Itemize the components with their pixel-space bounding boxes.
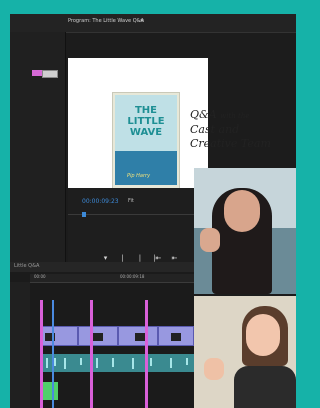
mark-in-button[interactable]: | [115, 254, 130, 262]
step-back-button[interactable]: ⇤ [167, 254, 182, 262]
waveform [96, 358, 98, 368]
qa-title-big: Q&A [190, 108, 217, 121]
ruler-tick: 00:00:09:18 [120, 274, 145, 279]
waveform [150, 358, 152, 366]
qa-title-line-2: Cast and [190, 123, 240, 136]
waveform [186, 358, 188, 365]
track-headers [10, 282, 30, 408]
clip-thumb [171, 333, 181, 341]
marker-line [145, 300, 148, 408]
waveform [64, 358, 66, 369]
book-author: Pip Harry [127, 173, 151, 179]
mark-out-button[interactable]: | [132, 254, 147, 262]
clip-thumb [93, 333, 103, 341]
waveform [112, 358, 114, 367]
go-to-in-button[interactable]: |⇤ [150, 254, 165, 262]
time-ruler[interactable]: 00:00 00:00:09:18 [30, 274, 194, 283]
waveform [46, 358, 48, 368]
panel-menu-icon[interactable]: ≡ [140, 18, 144, 24]
timeline-header: Little Q&A [10, 262, 194, 272]
overlay-tab-bar [196, 14, 296, 32]
audio-track[interactable] [40, 354, 194, 372]
ruler-tick: 00:00 [34, 274, 46, 279]
video-clip[interactable] [78, 326, 118, 346]
source-panel [10, 32, 66, 277]
qa-title-line-3: Creative Team [190, 137, 271, 150]
sequence-tab[interactable]: Little Q&A [14, 263, 39, 269]
waving-hand [204, 358, 224, 380]
clip-thumbnail[interactable] [42, 70, 58, 78]
video-clip[interactable] [40, 326, 78, 346]
waveform [80, 358, 82, 365]
qa-title-card: Q&A with the Cast and Creative Team [190, 108, 290, 151]
participant-video-1 [194, 168, 296, 294]
program-monitor-controls: 00:00:09:23 Fit ▾ | | |⇤ ⇤ [68, 188, 204, 266]
add-marker-button[interactable]: ▾ [98, 254, 113, 262]
waveform [54, 358, 56, 366]
participant-body [234, 366, 296, 408]
timeline-playhead[interactable] [52, 300, 54, 408]
zoom-fit-select[interactable]: Fit [128, 198, 134, 204]
participant-video-2 [194, 296, 296, 408]
scrub-bar[interactable] [68, 214, 204, 215]
waving-hand [200, 228, 220, 252]
book-cover-sea [115, 151, 177, 185]
participant-face [224, 190, 260, 232]
video-clip[interactable] [158, 326, 194, 346]
marker-line [40, 300, 43, 408]
book-title: THE LITTLE WAVE [127, 105, 165, 138]
timeline-panel: 00:00 00:00:09:18 [10, 272, 194, 408]
qa-title-small: with the [220, 112, 250, 120]
waveform [170, 358, 172, 368]
video-clip[interactable] [118, 326, 158, 346]
playhead-timecode[interactable]: 00:00:09:23 [82, 198, 119, 205]
waveform [132, 358, 134, 369]
clip-thumb [135, 333, 145, 341]
video-track [40, 326, 194, 346]
transport-controls: ▾ | | |⇤ ⇤ [98, 254, 182, 262]
marker-line [90, 300, 93, 408]
participant-face [246, 314, 280, 356]
program-monitor-title: Program: The Little Wave Q&A [68, 18, 144, 24]
pink-clip-swatch[interactable] [32, 70, 42, 76]
book-cover: THE LITTLE WAVE Pip Harry [112, 92, 180, 190]
qa-title-line-1: Q&A with the [190, 108, 290, 123]
scrub-playhead[interactable] [82, 212, 86, 217]
